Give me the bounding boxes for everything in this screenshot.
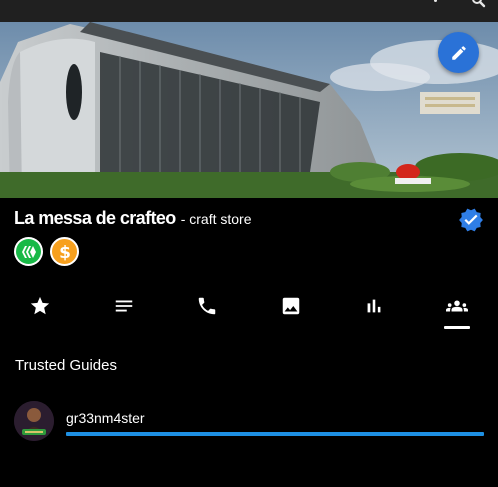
tab-reviews[interactable] xyxy=(10,289,70,333)
image-icon xyxy=(282,297,300,315)
star-icon xyxy=(30,296,50,315)
pencil-icon xyxy=(451,45,466,60)
guide-name: gr33nm4ster xyxy=(66,410,145,426)
section-title: Trusted Guides xyxy=(15,357,117,374)
guide-trust-bar xyxy=(66,432,484,436)
active-tab-indicator xyxy=(444,326,470,329)
tab-photos[interactable] xyxy=(261,289,321,333)
notes-icon xyxy=(115,300,133,312)
tab-description[interactable] xyxy=(94,289,154,333)
dollar-icon[interactable]: $ xyxy=(50,237,79,266)
place-name: La messa de crafteo xyxy=(14,208,176,228)
place-header: La messa de crafteo - craft store xyxy=(14,208,251,234)
place-tabs xyxy=(0,289,498,333)
app-bar xyxy=(0,0,498,22)
place-cover-photo xyxy=(0,22,498,198)
more-options-icon[interactable] xyxy=(430,0,440,6)
hive-icon[interactable] xyxy=(14,237,43,266)
svg-text:$: $ xyxy=(59,243,71,261)
search-icon[interactable] xyxy=(472,0,488,8)
edit-button[interactable] xyxy=(438,32,479,73)
tab-contact[interactable] xyxy=(177,289,237,333)
avatar[interactable] xyxy=(14,401,54,441)
verified-badge-icon[interactable] xyxy=(458,207,484,233)
accepted-currencies: $ xyxy=(14,237,79,266)
place-category: - craft store xyxy=(180,211,252,227)
group-icon xyxy=(446,300,468,312)
tab-stats[interactable] xyxy=(344,289,404,333)
phone-icon xyxy=(198,297,216,315)
bar-chart-icon xyxy=(367,299,381,313)
list-item[interactable]: gr33nm4ster xyxy=(14,401,486,443)
